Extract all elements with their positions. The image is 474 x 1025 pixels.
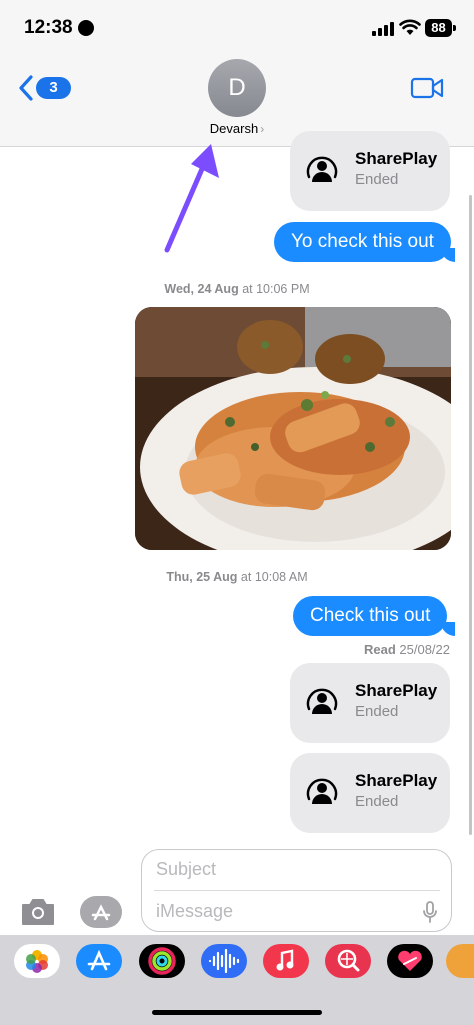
outgoing-message[interactable]: Check this out <box>293 596 448 636</box>
read-receipt: Read 25/08/22 <box>364 642 450 657</box>
outgoing-message[interactable]: Yo check this out <box>274 222 451 262</box>
message-timestamp: Thu, 25 Aug at 10:08 AM <box>0 570 474 584</box>
chevron-right-icon: › <box>260 122 265 136</box>
scrollbar[interactable] <box>469 195 472 835</box>
pasta-photo-image <box>135 307 451 550</box>
annotation-arrow-icon <box>164 144 219 253</box>
image-search-app-icon[interactable] <box>325 944 371 978</box>
shareplay-title: SharePlay <box>355 149 438 168</box>
read-date: 25/08/22 <box>399 642 450 657</box>
digital-touch-app-icon[interactable] <box>387 944 433 978</box>
timestamp-time: at 10:06 PM <box>242 282 310 296</box>
microphone-icon[interactable] <box>423 901 437 923</box>
read-label: Read <box>363 642 396 657</box>
shareplay-icon <box>306 688 338 714</box>
unread-count-badge: 3 <box>36 77 71 99</box>
back-button[interactable]: 3 <box>14 73 71 105</box>
timestamp-day: Thu, 25 Aug <box>166 570 238 584</box>
memoji-app-icon[interactable] <box>446 944 474 978</box>
shareplay-icon <box>306 778 338 804</box>
app-drawer-button[interactable] <box>80 896 122 928</box>
app-store-icon <box>91 904 111 921</box>
status-bar: 12:38 88 <box>0 0 474 58</box>
app-store-app-icon[interactable] <box>76 944 122 978</box>
wifi-icon <box>399 19 421 35</box>
shareplay-icon <box>306 156 338 182</box>
contact-avatar[interactable]: D <box>208 59 266 117</box>
shareplay-status: Ended <box>355 793 399 810</box>
shareplay-title: SharePlay <box>355 681 438 700</box>
globe-icon <box>78 20 94 36</box>
shareplay-status: Ended <box>355 171 399 188</box>
camera-icon[interactable] <box>20 897 56 927</box>
timestamp-time: at 10:08 AM <box>240 570 308 584</box>
chevron-left-icon <box>19 75 33 101</box>
video-call-icon[interactable] <box>410 76 444 100</box>
message-timestamp: Wed, 24 Aug at 10:06 PM <box>0 282 474 296</box>
contact-name-button[interactable]: Devarsh › <box>170 121 304 136</box>
music-app-icon[interactable] <box>263 944 309 978</box>
photos-app-icon[interactable] <box>14 944 60 978</box>
battery-tip <box>453 25 456 31</box>
home-indicator <box>152 1010 322 1015</box>
contact-name: Devarsh <box>209 121 259 136</box>
photo-message[interactable] <box>135 307 451 550</box>
shareplay-bubble[interactable]: SharePlay Ended <box>290 753 450 833</box>
shareplay-title: SharePlay <box>355 771 438 790</box>
message-input[interactable]: iMessage <box>156 901 233 922</box>
fitness-app-icon[interactable] <box>139 944 185 978</box>
compose-box[interactable]: Subject iMessage <box>141 849 452 932</box>
voice-memo-app-icon[interactable] <box>201 944 247 978</box>
shareplay-bubble[interactable]: SharePlay Ended <box>290 131 450 211</box>
subject-input[interactable]: Subject <box>156 859 216 880</box>
cellular-signal-icon <box>372 22 394 36</box>
battery-icon: 88 <box>425 19 452 37</box>
shareplay-bubble[interactable]: SharePlay Ended <box>290 663 450 743</box>
status-time: 12:38 <box>24 17 73 38</box>
timestamp-day: Wed, 24 Aug <box>164 282 239 296</box>
compose-divider <box>154 890 440 891</box>
shareplay-status: Ended <box>355 703 399 720</box>
